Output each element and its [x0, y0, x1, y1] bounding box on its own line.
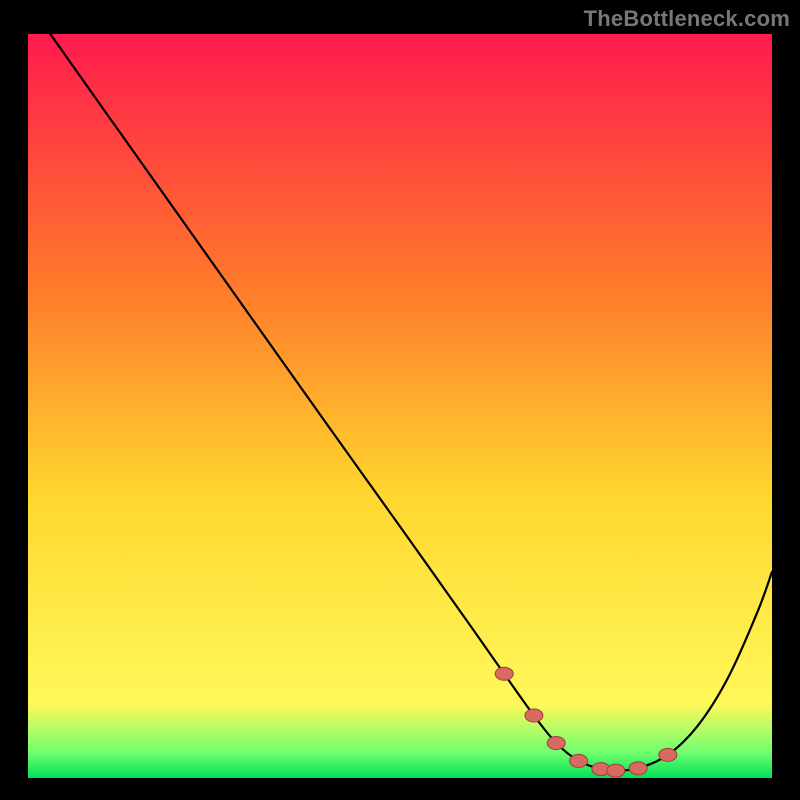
watermark-label: TheBottleneck.com [584, 6, 790, 32]
gradient-background [28, 34, 772, 778]
trough-marker [570, 754, 588, 767]
trough-marker [659, 748, 677, 761]
trough-marker [547, 737, 565, 750]
trough-marker [525, 709, 543, 722]
chart-frame: TheBottleneck.com [0, 0, 800, 800]
trough-marker [629, 762, 647, 775]
bottleneck-chart [28, 34, 772, 778]
plot-area [28, 34, 772, 778]
trough-marker [607, 764, 625, 777]
trough-marker [495, 667, 513, 680]
